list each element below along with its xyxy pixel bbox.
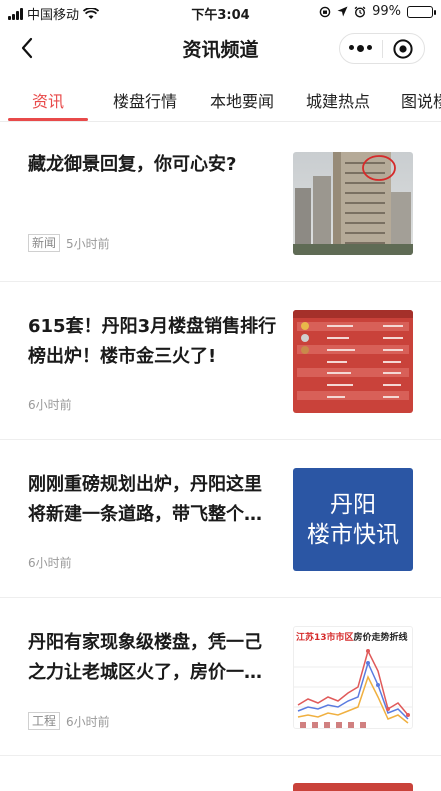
article-item[interactable]: 丹阳有家现象级楼盘，凭一己之力让老城区火了，房价一… 工程 6小时前 江苏13市…	[0, 598, 441, 756]
article-thumbnail[interactable]: 江苏13市市区房价走势折线	[293, 626, 413, 729]
article-time: 6小时前	[28, 398, 72, 412]
category-tabs: 资讯 楼盘行情 本地要闻 城建热点 图说楼	[0, 80, 441, 122]
article-time: 6小时前	[66, 714, 110, 729]
alarm-icon	[354, 6, 366, 18]
sales-ranking-image	[293, 310, 413, 413]
article-item[interactable]: 藏龙御景回复，你可心安? 新闻 5小时前	[0, 124, 441, 282]
thumbnail-text: 楼市快讯	[307, 521, 399, 548]
article-meta: 工程 6小时前	[28, 712, 110, 730]
tab-news[interactable]: 资讯	[32, 88, 64, 112]
close-miniprogram-icon[interactable]	[383, 38, 425, 60]
orientation-lock-icon	[319, 6, 331, 17]
article-tag: 新闻	[28, 234, 61, 252]
next-article-thumbnail-edge	[293, 783, 413, 791]
article-title[interactable]: 丹阳有家现象级楼盘，凭一己之力让老城区火了，房价一…	[28, 628, 278, 688]
article-item[interactable]: 615套！丹阳3月楼盘销售排行榜出炉！楼市金三火了! 6小时前	[0, 282, 441, 440]
article-item[interactable]: 刚刚重磅规划出炉，丹阳这里将新建一条道路，带飞整个… 6小时前 丹阳 楼市快讯	[0, 440, 441, 598]
location-icon	[337, 6, 348, 17]
nav-bar: 资讯频道	[0, 26, 441, 70]
price-trend-chart-image	[294, 648, 412, 728]
article-title[interactable]: 刚刚重磅规划出炉，丹阳这里将新建一条道路，带飞整个…	[28, 470, 278, 530]
active-tab-indicator	[8, 118, 88, 121]
mini-program-capsule	[339, 33, 425, 64]
status-bar: 中国移动 下午3:04 99%	[0, 0, 441, 24]
article-title[interactable]: 615套！丹阳3月楼盘销售排行榜出炉！楼市金三火了!	[28, 312, 278, 372]
more-options-icon[interactable]	[340, 45, 382, 52]
article-thumbnail[interactable]	[293, 152, 413, 255]
battery-icon	[407, 5, 436, 18]
article-meta: 6小时前	[28, 396, 72, 413]
tab-property-market[interactable]: 楼盘行情	[113, 88, 177, 112]
article-meta: 新闻 5小时前	[28, 234, 110, 252]
article-thumbnail[interactable]	[293, 310, 413, 413]
article-time: 6小时前	[28, 556, 72, 570]
article-tag: 工程	[28, 712, 61, 730]
article-time: 5小时前	[66, 236, 110, 251]
building-photo	[293, 152, 413, 255]
thumbnail-text: 丹阳	[330, 491, 376, 518]
article-title[interactable]: 藏龙御景回复，你可心安?	[28, 150, 278, 180]
tab-local-news[interactable]: 本地要闻	[210, 88, 274, 112]
article-meta: 6小时前	[28, 554, 72, 571]
tab-picture-stories[interactable]: 图说楼	[401, 88, 441, 112]
battery-percent: 99%	[372, 4, 401, 19]
article-thumbnail[interactable]: 丹阳 楼市快讯	[293, 468, 413, 571]
tab-urban-construction[interactable]: 城建热点	[306, 88, 370, 112]
